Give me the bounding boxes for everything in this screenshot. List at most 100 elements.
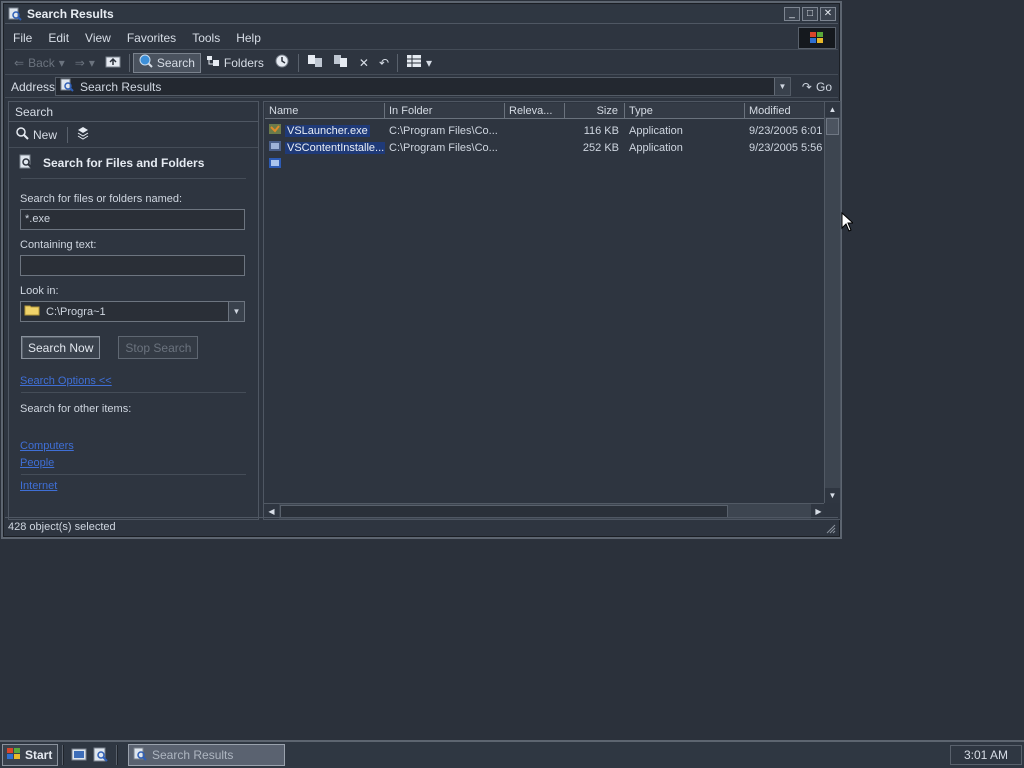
forward-button[interactable]: ⇒ ▾ bbox=[70, 53, 100, 73]
internet-link[interactable]: Internet bbox=[9, 480, 258, 492]
table-row[interactable]: VSLauncher.exe C:\Program Files\Co... 11… bbox=[265, 122, 825, 139]
arrow-left-icon: ◀ bbox=[268, 507, 275, 516]
folders-label: Folders bbox=[223, 55, 264, 70]
cell-size: 252 KB bbox=[582, 141, 619, 154]
column-type[interactable]: Type bbox=[625, 103, 745, 119]
move-to-button[interactable] bbox=[302, 53, 328, 73]
menu-view[interactable]: View bbox=[77, 31, 119, 45]
taskbar-search-results-button[interactable]: Search Results bbox=[128, 744, 285, 766]
delete-button[interactable]: ✕ bbox=[354, 53, 374, 73]
back-arrow-icon: ⇐ bbox=[14, 55, 25, 70]
views-dropdown-icon: ▾ bbox=[426, 55, 433, 70]
start-button[interactable]: Start bbox=[2, 744, 58, 766]
up-folder-button[interactable] bbox=[100, 53, 126, 73]
search-options-link[interactable]: Search Options << bbox=[9, 375, 258, 387]
forward-dropdown-icon: ▾ bbox=[88, 55, 95, 70]
people-link[interactable]: People bbox=[9, 457, 258, 469]
window-title: Search Results bbox=[27, 7, 114, 21]
close-icon: ✕ bbox=[823, 8, 833, 19]
menu-tools[interactable]: Tools bbox=[184, 31, 228, 45]
resize-grip-icon[interactable] bbox=[824, 522, 836, 534]
system-clock[interactable]: 3:01 AM bbox=[950, 745, 1022, 765]
views-button[interactable]: ▾ bbox=[401, 53, 437, 73]
new-search-button[interactable]: New bbox=[15, 126, 67, 143]
column-in-folder[interactable]: In Folder bbox=[385, 103, 505, 119]
cell-folder: C:\Program Files\Co... bbox=[389, 141, 498, 154]
column-name[interactable]: Name bbox=[265, 103, 385, 119]
file-search-icon bbox=[19, 154, 33, 172]
stop-search-button[interactable]: Stop Search bbox=[118, 336, 199, 359]
history-icon bbox=[274, 53, 290, 72]
column-size[interactable]: Size bbox=[565, 103, 625, 119]
folders-icon bbox=[206, 54, 220, 71]
computers-link[interactable]: Computers bbox=[9, 440, 258, 452]
vertical-scrollbar[interactable]: ▲ ▼ bbox=[824, 102, 840, 503]
address-input[interactable]: Search Results ▼ bbox=[55, 77, 791, 96]
status-text: 428 object(s) selected bbox=[8, 520, 116, 533]
column-modified[interactable]: Modified bbox=[745, 103, 825, 119]
go-button[interactable]: ↷ Go bbox=[802, 80, 832, 94]
search-pane-toolbar: New bbox=[9, 122, 258, 148]
back-label: Back bbox=[28, 55, 55, 70]
title-bar[interactable]: Search Results _ □ ✕ bbox=[5, 5, 838, 24]
copy-to-button[interactable] bbox=[328, 53, 354, 73]
back-button[interactable]: ⇐ Back ▾ bbox=[9, 53, 70, 73]
arrow-down-icon: ▼ bbox=[828, 491, 837, 500]
lookin-dropdown-button[interactable]: ▼ bbox=[228, 302, 244, 321]
table-row[interactable] bbox=[265, 156, 825, 173]
search-button[interactable]: Search bbox=[132, 52, 201, 73]
history-button[interactable] bbox=[269, 53, 295, 73]
menu-help[interactable]: Help bbox=[228, 31, 269, 45]
menu-edit[interactable]: Edit bbox=[40, 31, 77, 45]
folders-button[interactable]: Folders bbox=[201, 53, 269, 73]
address-dropdown-button[interactable]: ▼ bbox=[774, 78, 790, 95]
maximize-icon: □ bbox=[806, 8, 814, 19]
search-label: Search bbox=[156, 55, 195, 70]
search-now-button[interactable]: Search Now bbox=[21, 336, 101, 359]
toolbar-separator bbox=[128, 53, 130, 72]
search-history-button[interactable] bbox=[76, 126, 100, 143]
scroll-up-button[interactable]: ▲ bbox=[825, 102, 840, 117]
table-row[interactable]: VSContentInstalle... C:\Program Files\Co… bbox=[265, 139, 825, 156]
containing-label: Containing text: bbox=[20, 239, 97, 251]
cell-type: Application bbox=[629, 124, 683, 137]
application-icon bbox=[268, 156, 282, 173]
taskbar: Start Search Results 3:01 AM bbox=[0, 740, 1024, 768]
search-results-window: Search Results _ □ ✕ File Edit View Favo… bbox=[1, 1, 842, 539]
vertical-scroll-thumb[interactable] bbox=[826, 118, 839, 135]
book-icon bbox=[76, 126, 90, 143]
undo-button[interactable]: ↶ bbox=[374, 53, 394, 73]
other-items-label: Search for other items: bbox=[20, 403, 132, 415]
lookin-select[interactable]: C:\Progra~1 ▼ bbox=[20, 301, 245, 322]
cell-type: Application bbox=[629, 141, 683, 154]
cell-relevance bbox=[505, 139, 565, 156]
quicklaunch-search-icon[interactable] bbox=[92, 746, 110, 764]
scroll-down-button[interactable]: ▼ bbox=[825, 488, 840, 503]
search-magnifier-icon bbox=[8, 7, 22, 21]
cell-name bbox=[265, 156, 385, 173]
file-name: VSContentInstalle... bbox=[285, 141, 385, 154]
cell-size: 116 KB bbox=[583, 124, 619, 137]
copy-to-icon bbox=[333, 54, 349, 71]
task-label: Search Results bbox=[152, 748, 234, 762]
containing-text-input[interactable] bbox=[20, 255, 245, 276]
go-arrow-icon: ↷ bbox=[801, 79, 812, 94]
move-to-icon bbox=[307, 54, 323, 71]
search-pane: Search New Search for Files and Folders bbox=[8, 101, 259, 520]
search-section-title: Search for Files and Folders bbox=[9, 148, 258, 172]
menu-favorites[interactable]: Favorites bbox=[119, 31, 184, 45]
search-pane-header: Search bbox=[9, 102, 258, 122]
filename-input[interactable]: *.exe bbox=[20, 209, 245, 230]
close-button[interactable]: ✕ bbox=[820, 7, 836, 21]
quicklaunch-desktop-icon[interactable] bbox=[70, 746, 88, 764]
address-label: Address bbox=[11, 79, 56, 94]
divider bbox=[21, 178, 246, 179]
delete-x-icon: ✕ bbox=[358, 55, 369, 70]
maximize-button[interactable]: □ bbox=[802, 7, 818, 21]
results-list[interactable]: Name In Folder Releva... Size Type Modif… bbox=[263, 101, 841, 520]
column-relevance[interactable]: Releva... bbox=[505, 103, 565, 119]
installer-icon bbox=[268, 139, 282, 156]
menu-file[interactable]: File bbox=[5, 31, 40, 45]
toolbar-separator bbox=[397, 53, 399, 72]
minimize-button[interactable]: _ bbox=[784, 7, 800, 21]
